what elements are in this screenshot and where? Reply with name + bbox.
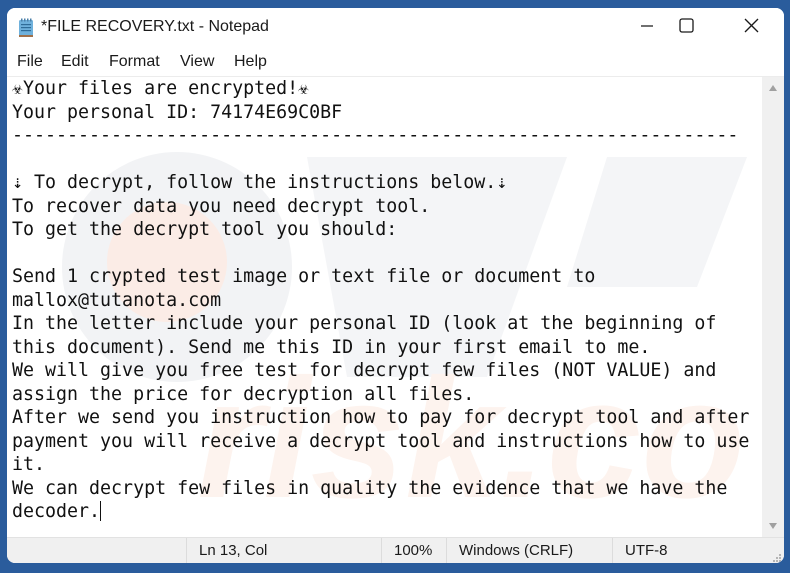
menu-help[interactable]: Help xyxy=(234,53,267,71)
text-editor[interactable]: risk.com ☣Your files are encrypted!☣ You… xyxy=(7,77,762,537)
text-line: ⇣ To decrypt, follow the instructions be… xyxy=(12,172,508,193)
menu-view[interactable]: View xyxy=(180,53,214,71)
text-caret xyxy=(100,501,102,521)
personal-id-line: Your personal ID: 74174E69C0BF xyxy=(12,101,343,123)
zoom-level: 100% xyxy=(381,538,453,563)
vertical-scrollbar[interactable] xyxy=(762,77,784,537)
menu-bar: File Edit Format View Help xyxy=(7,48,784,77)
text-line: decoder. xyxy=(12,501,101,522)
text-line: it. xyxy=(12,454,46,475)
close-button[interactable] xyxy=(728,8,774,48)
text-line: ☣Your files are encrypted!☣ xyxy=(12,78,310,99)
minimize-icon xyxy=(640,19,654,38)
status-bar: Ln 13, Col 75 100% Windows (CRLF) UTF-8 xyxy=(7,537,784,563)
text-line: Send 1 crypted test image or text file o… xyxy=(12,266,596,287)
text-line: this document). Send me this ID in your … xyxy=(12,336,651,358)
document-text[interactable]: ☣Your files are encrypted!☣ Your persona… xyxy=(12,77,749,524)
arrow-down-icon xyxy=(768,517,778,535)
line-ending: Windows (CRLF) xyxy=(446,538,614,563)
menu-file[interactable]: File xyxy=(17,53,43,71)
menu-format[interactable]: Format xyxy=(109,53,160,71)
notepad-window: *FILE RECOVERY.txt - Notepad File Edit F… xyxy=(7,8,784,563)
title-bar[interactable]: *FILE RECOVERY.txt - Notepad xyxy=(7,8,784,48)
text-line: payment you will receive a decrypt tool … xyxy=(12,430,750,452)
scroll-down-button[interactable] xyxy=(762,517,784,535)
text-line: We can decrypt few files in quality the … xyxy=(12,477,728,499)
email-line: mallox@tutanota.com xyxy=(12,289,222,311)
scroll-up-button[interactable] xyxy=(762,79,784,97)
text-line: After we send you instruction how to pay… xyxy=(12,407,750,428)
notepad-icon xyxy=(18,18,34,38)
text-line: To get the decrypt tool you should: xyxy=(12,219,398,240)
resize-grip-icon[interactable] xyxy=(771,551,781,562)
cursor-position: Ln 13, Col 75 xyxy=(186,538,287,563)
maximize-icon xyxy=(678,18,694,38)
close-icon xyxy=(744,18,759,38)
maximize-button[interactable] xyxy=(663,8,709,48)
arrow-up-icon xyxy=(768,79,778,97)
text-line: To recover data you need decrypt tool. xyxy=(12,195,431,217)
separator-line: ----------------------------------------… xyxy=(12,125,739,146)
window-title: *FILE RECOVERY.txt - Notepad xyxy=(41,18,269,35)
text-line: We will give you free test for decrypt f… xyxy=(12,360,717,381)
menu-edit[interactable]: Edit xyxy=(61,53,89,71)
text-line: assign the price for decryption all file… xyxy=(12,383,475,405)
text-line: In the letter include your personal ID (… xyxy=(12,313,717,334)
encoding: UTF-8 xyxy=(612,538,762,563)
